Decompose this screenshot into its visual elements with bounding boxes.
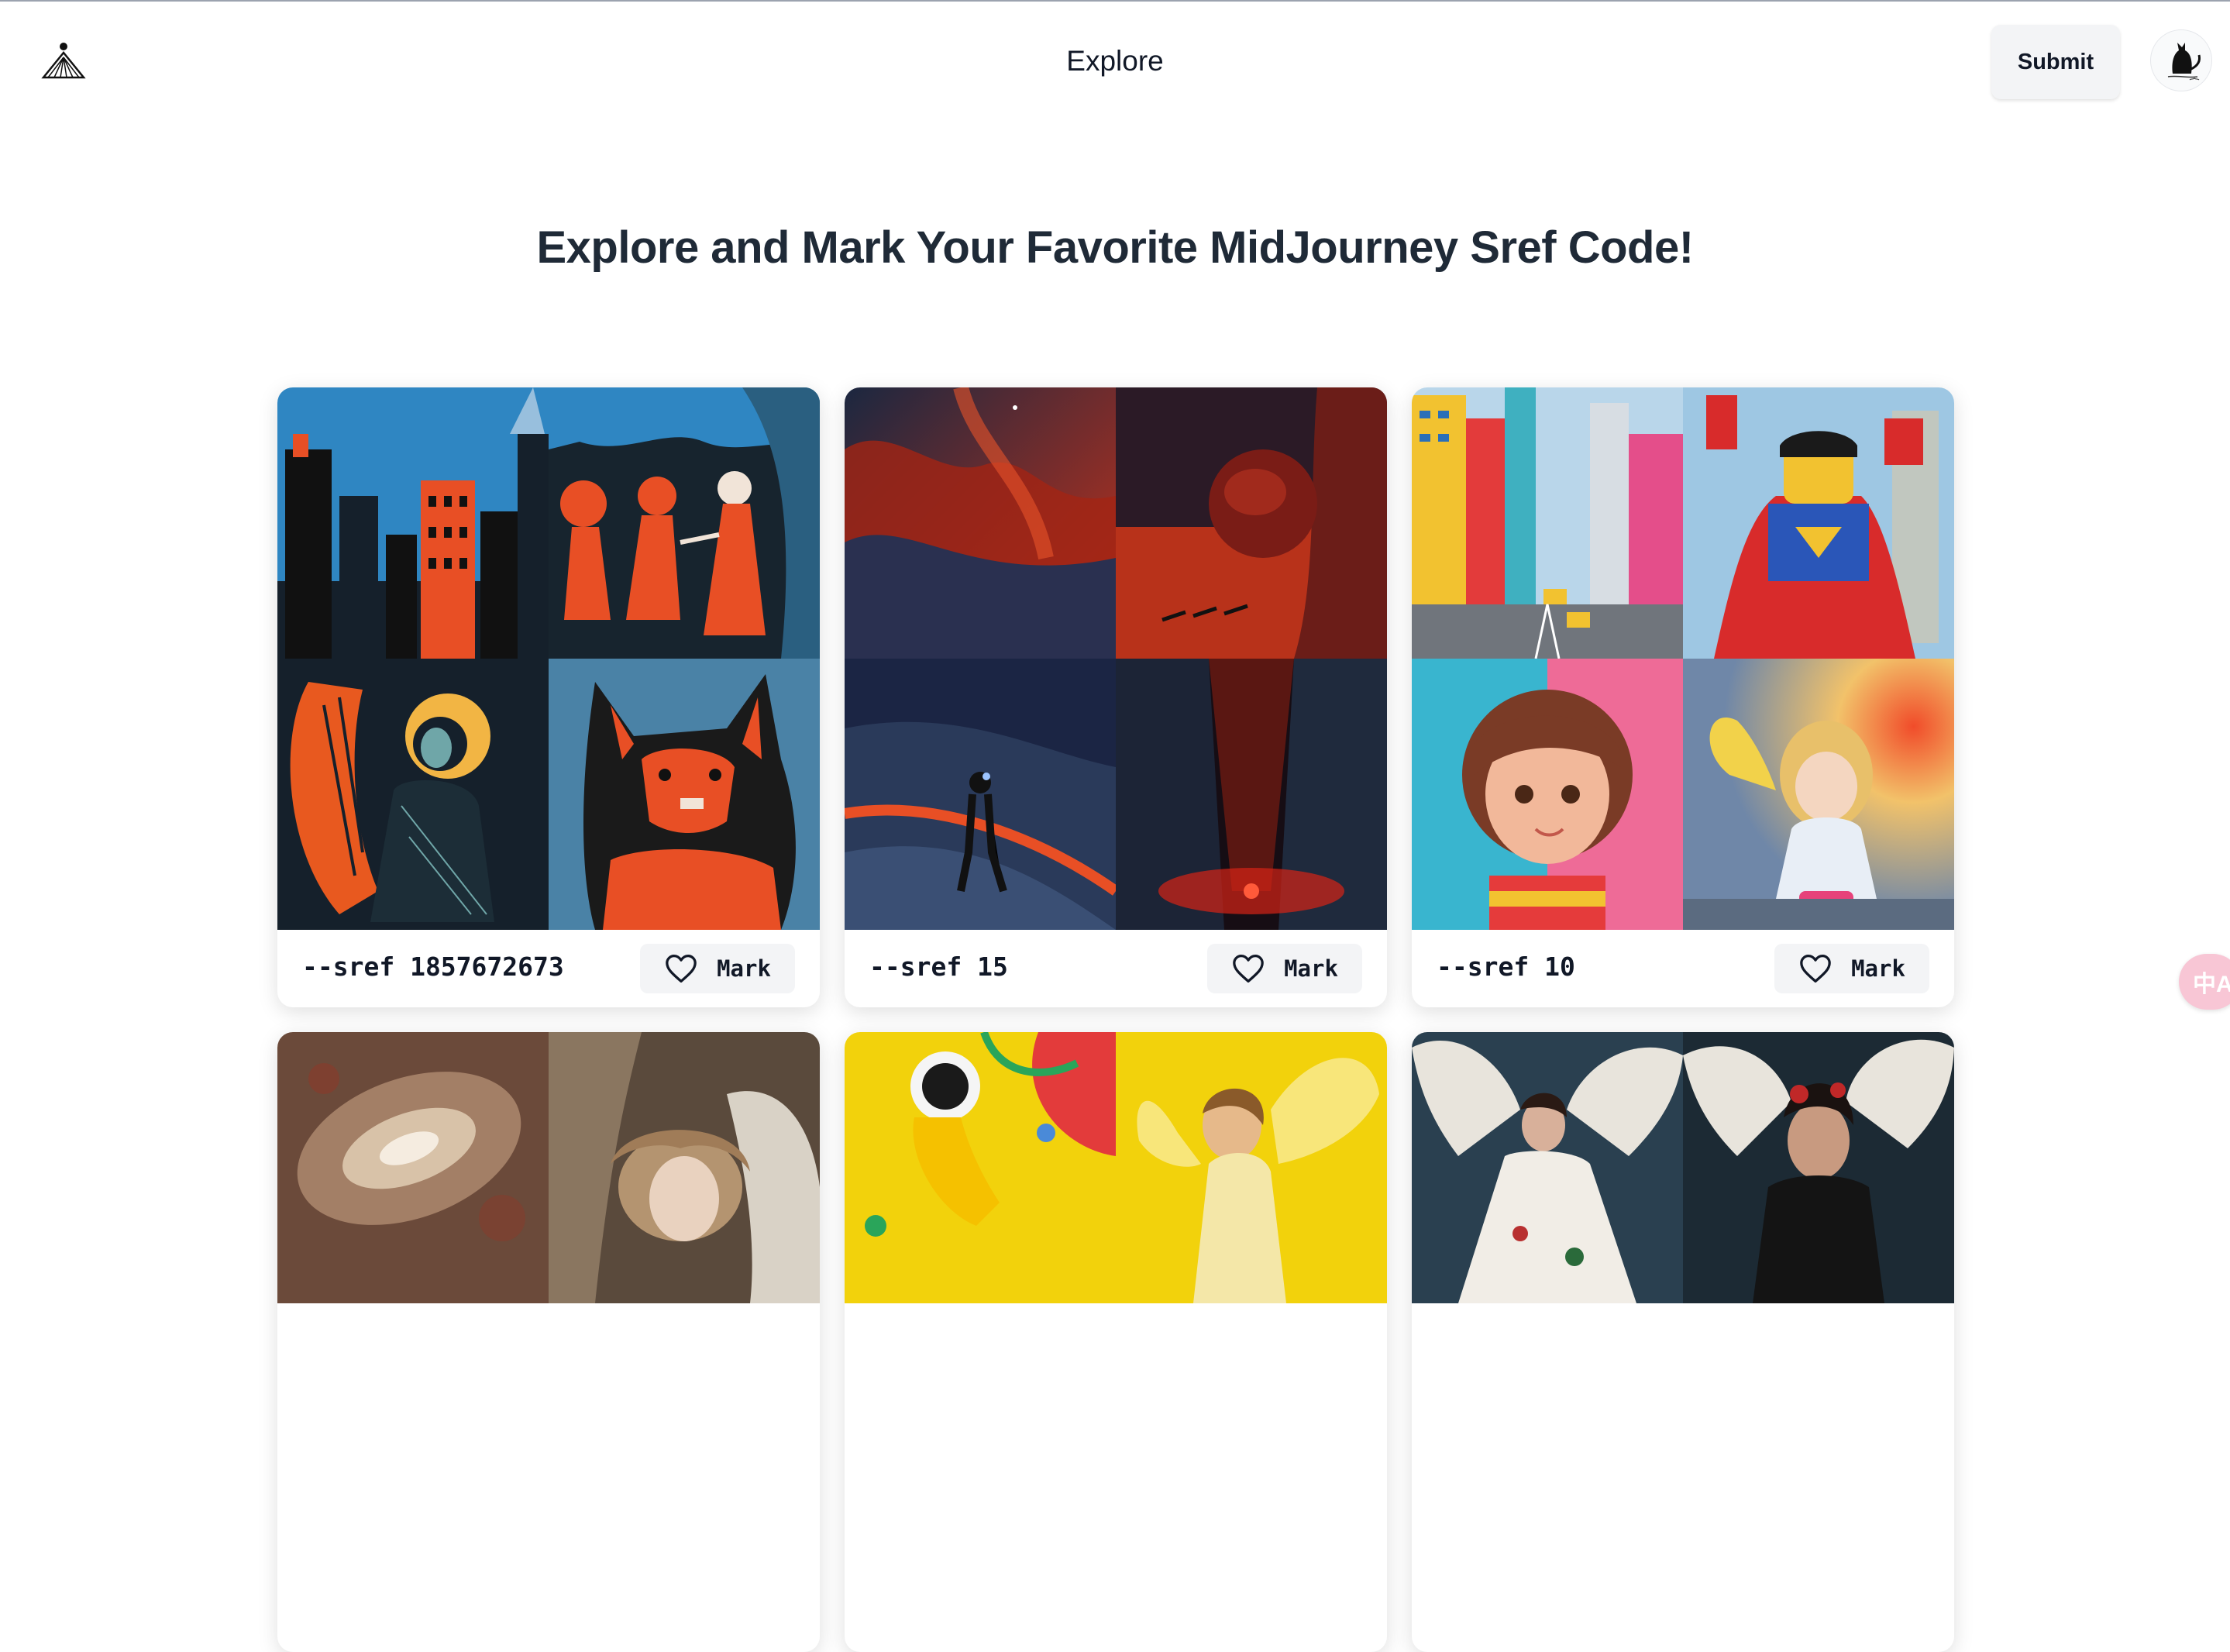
mark-label: Mark — [717, 955, 771, 982]
nav-explore: Explore — [0, 45, 2230, 77]
card-image-dancers-scene — [549, 387, 820, 659]
card-footer: --sref 10 Mark — [1412, 930, 1954, 1007]
card-image-yellow-astronaut — [845, 1032, 1116, 1303]
mark-label: Mark — [1851, 955, 1905, 982]
submit-button[interactable]: Submit — [1991, 25, 2120, 99]
card-footer: --sref 15 Mark — [845, 930, 1387, 1007]
heart-icon — [666, 955, 697, 983]
sref-card[interactable] — [277, 1032, 820, 1652]
sref-code[interactable]: --sref 15 — [869, 952, 1008, 982]
card-image-dog-howling — [549, 659, 820, 930]
card-image-grid[interactable] — [845, 1032, 1387, 1575]
sref-code[interactable]: --sref 1857672673 — [302, 952, 564, 982]
card-image-city-skyline — [277, 387, 549, 659]
avatar[interactable] — [2150, 29, 2212, 91]
sref-card[interactable]: --sref 1857672673 Mark — [277, 387, 820, 1007]
mark-button[interactable]: Mark — [1207, 944, 1362, 993]
card-image-angel-figurine — [1683, 659, 1954, 930]
heart-icon — [1233, 955, 1264, 983]
heart-icon — [1800, 955, 1831, 983]
card-image-grid[interactable] — [845, 387, 1387, 930]
sref-code[interactable]: --sref 10 — [1437, 952, 1575, 982]
translate-icon: 中A — [2193, 972, 2230, 997]
nav-explore-link[interactable]: Explore — [1066, 45, 1163, 77]
card-image-angel-praying — [277, 659, 549, 930]
mark-button[interactable]: Mark — [1774, 944, 1929, 993]
mark-label: Mark — [1284, 955, 1338, 982]
cat-avatar-icon — [2167, 43, 2201, 81]
sref-card[interactable] — [1412, 1032, 1954, 1652]
translate-button[interactable]: 中A — [2179, 954, 2230, 1010]
card-image-grid[interactable] — [1412, 1032, 1954, 1575]
card-image-winged-dancer — [1412, 1032, 1683, 1303]
card-image-yellow-angel — [1116, 1032, 1387, 1303]
sref-card[interactable] — [845, 1032, 1387, 1652]
card-image-floating-sphere — [1116, 387, 1387, 659]
card-image-lego-city — [1412, 387, 1683, 659]
card-image-grid[interactable] — [277, 387, 820, 930]
card-image-red-city-canyon — [1116, 659, 1387, 930]
page-headline: Explore and Mark Your Favorite MidJourne… — [536, 222, 1694, 273]
sref-card[interactable]: --sref 10 Mark — [1412, 387, 1954, 1007]
card-image-red-cloudscape — [845, 387, 1116, 659]
card-footer: --sref 1857672673 Mark — [277, 930, 820, 1007]
card-image-toy-girl — [1412, 659, 1683, 930]
card-image-grid[interactable] — [277, 1032, 820, 1575]
card-image-galaxy-swirl — [277, 1032, 549, 1303]
mark-button[interactable]: Mark — [640, 944, 795, 993]
card-image-winged-woman — [1683, 1032, 1954, 1303]
card-image-grid[interactable] — [1412, 387, 1954, 930]
card-image-baroque-woman — [549, 1032, 820, 1303]
card-image-astronaut-walking — [845, 659, 1116, 930]
sref-card[interactable]: --sref 15 Mark — [845, 387, 1387, 1007]
card-image-lego-superman — [1683, 387, 1954, 659]
